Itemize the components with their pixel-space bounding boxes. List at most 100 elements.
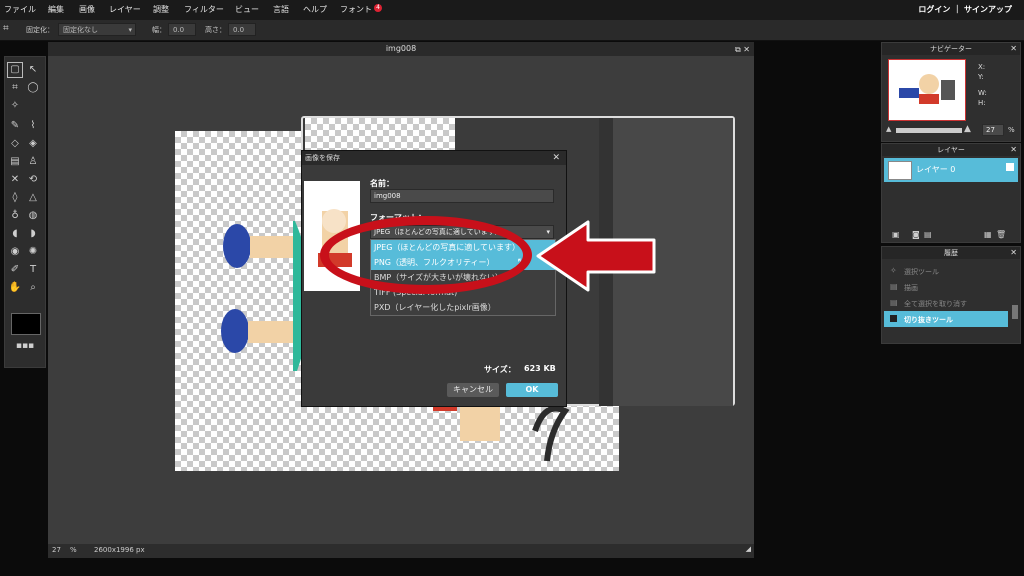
account-links[interactable]: ログイン ｜ サインアップ (918, 4, 1012, 15)
colorpicker-tool-icon[interactable]: ✐ (8, 263, 22, 277)
layers-panel: レイヤー ✕ レイヤー 0 ▣ ◙ ▤ ▦ 🗑 (881, 143, 1021, 243)
menu-file[interactable]: ファイル (4, 4, 36, 15)
nav-w-label: W: (978, 89, 987, 97)
menu-layer[interactable]: レイヤー (109, 4, 141, 15)
history-item-label: 切り抜きツール (904, 316, 953, 324)
brush-tool-icon[interactable]: ⌇ (26, 119, 40, 133)
bucket-tool-icon[interactable]: ◈ (26, 137, 40, 151)
close-icon[interactable]: ✕ (1010, 144, 1017, 156)
cancel-button[interactable]: キャンセル (447, 383, 499, 397)
navigator-zoom-input[interactable]: 27 (982, 124, 1004, 136)
history-crop-icon (890, 315, 897, 322)
menu-font[interactable]: フォント 4 (340, 4, 382, 15)
annotation-arrow-icon (536, 220, 656, 292)
layer-row[interactable]: レイヤー 0 (884, 158, 1018, 182)
eraser-tool-icon[interactable]: ◇ (8, 137, 22, 151)
hand-tool-icon[interactable]: ✋ (8, 281, 22, 295)
chevron-down-icon: ▾ (128, 26, 132, 34)
menu-help[interactable]: ヘルプ (303, 4, 327, 15)
annotation-arrow-shape (536, 220, 656, 292)
menu-filter[interactable]: フィルター (184, 4, 224, 15)
annotation-ellipse (320, 216, 532, 294)
smudge-tool-icon[interactable]: ♁ (8, 209, 22, 223)
font-badge: 4 (374, 4, 382, 12)
height-input[interactable]: 0.0 (228, 23, 256, 36)
new-layer-icon[interactable]: ▦ (984, 230, 992, 239)
history-item-label: 選択ツール (904, 268, 939, 276)
drawing-sock-upper (250, 236, 298, 258)
sponge-tool-icon[interactable]: ◍ (26, 209, 40, 223)
zoom-slider[interactable] (896, 128, 962, 133)
zoom-in-icon[interactable]: ▲ (964, 124, 971, 134)
close-icon[interactable]: ✕ (1010, 43, 1017, 55)
ok-button[interactable]: OK (506, 383, 558, 397)
replace-tool-icon[interactable]: ⟲ (26, 173, 40, 187)
width-input[interactable]: 0.0 (168, 23, 196, 36)
burn-tool-icon[interactable]: ◗ (26, 227, 40, 241)
close-icon[interactable]: ✕ (1010, 247, 1017, 259)
name-label: 名前： (370, 179, 394, 188)
bloat-tool-icon[interactable]: ◉ (8, 245, 22, 259)
layer-style-icon[interactable]: ▤ (924, 230, 932, 239)
crop-tool-icon[interactable]: ⌗ (8, 81, 22, 95)
history-tool-icon: ▤ (890, 298, 898, 307)
width-label: 幅： (152, 26, 166, 34)
history-item[interactable]: ▤ 描画 (884, 279, 1010, 295)
name-input[interactable]: img008 (370, 189, 554, 203)
navigator-title-bar: ナビゲーター ✕ (882, 43, 1020, 55)
drawing-hand (460, 406, 500, 441)
redeye-tool-icon[interactable]: ✕ (8, 173, 22, 187)
menu-language[interactable]: 言語 (273, 4, 289, 15)
document-title-bar: img008 ⧉ ✕ (48, 42, 754, 56)
history-scrollbar[interactable] (1012, 305, 1018, 319)
navigator-thumbnail[interactable] (888, 59, 966, 121)
dialog-title: 画像を保存 (305, 154, 340, 162)
pinch-tool-icon[interactable]: ✺ (26, 245, 40, 259)
history-tool-icon: ✧ (890, 266, 897, 275)
lasso-tool-icon[interactable]: ◯ (26, 81, 40, 95)
menu-edit[interactable]: 編集 (48, 4, 64, 15)
nav-face (919, 74, 939, 94)
history-panel: 履歴 ✕ ✧ 選択ツール ▤ 描画 ▤ 全て選択を取り消す 切り抜きツール (881, 246, 1021, 344)
drop-tool-icon[interactable]: ◊ (8, 191, 22, 205)
layer-mask-icon[interactable]: ◙ (912, 230, 920, 239)
options-bar: ⌗ 固定化： 固定化なし ▾ 幅： 0.0 高さ： 0.0 (0, 20, 1024, 41)
history-item[interactable]: ✧ 選択ツール (884, 263, 1010, 279)
history-item-selected[interactable]: 切り抜きツール (884, 311, 1008, 327)
view-mode-grid-icon[interactable]: ▪▪▪ (9, 339, 41, 353)
close-icon[interactable]: ✕ (552, 151, 560, 165)
menu-image[interactable]: 画像 (79, 4, 95, 15)
dodge-tool-icon[interactable]: ◖ (8, 227, 22, 241)
navigator-title: ナビゲーター (930, 45, 972, 53)
layer-settings-icon[interactable]: ▣ (892, 230, 900, 239)
height-label: 高さ： (205, 26, 226, 34)
zoom-value[interactable]: 27 (52, 546, 61, 554)
layers-title: レイヤー (937, 146, 965, 154)
marquee-tool-icon[interactable]: ▢ (7, 62, 23, 78)
stamp-tool-icon[interactable]: ♙ (26, 155, 40, 169)
gradient-tool-icon[interactable]: ▤ (8, 155, 22, 169)
menu-view[interactable]: ビュー (235, 4, 259, 15)
pencil-tool-icon[interactable]: ✎ (8, 119, 22, 133)
restore-icon[interactable]: ⧉ (735, 45, 741, 54)
resize-grip-icon[interactable]: ◢ (746, 545, 751, 553)
wand-tool-icon[interactable]: ✧ (8, 99, 22, 113)
zoom-unit: % (70, 546, 77, 554)
format-option-pxd[interactable]: PXD（レイヤー化したpixlr画像） (371, 300, 555, 315)
move-tool-icon[interactable]: ↖ (26, 63, 40, 77)
zoom-tool-icon[interactable]: ⌕ (26, 281, 40, 295)
menu-font-label: フォント (340, 5, 372, 14)
sharpen-tool-icon[interactable]: △ (26, 191, 40, 205)
history-tool-icon: ▤ (890, 282, 898, 291)
delete-layer-icon[interactable]: 🗑 (996, 230, 1006, 239)
history-item[interactable]: ▤ 全て選択を取り消す (884, 295, 1010, 311)
fixed-select[interactable]: 固定化なし ▾ (58, 23, 136, 36)
menu-adjust[interactable]: 調整 (153, 4, 169, 15)
preview-strip (305, 118, 455, 152)
zoom-out-icon[interactable]: ▲ (886, 125, 891, 133)
size-label: サイズ： (484, 365, 516, 374)
close-icon[interactable]: ✕ (743, 45, 750, 54)
foreground-color-swatch[interactable] (11, 313, 41, 335)
layer-visibility-checkbox[interactable] (1006, 163, 1014, 171)
text-tool-icon[interactable]: T (26, 263, 40, 277)
